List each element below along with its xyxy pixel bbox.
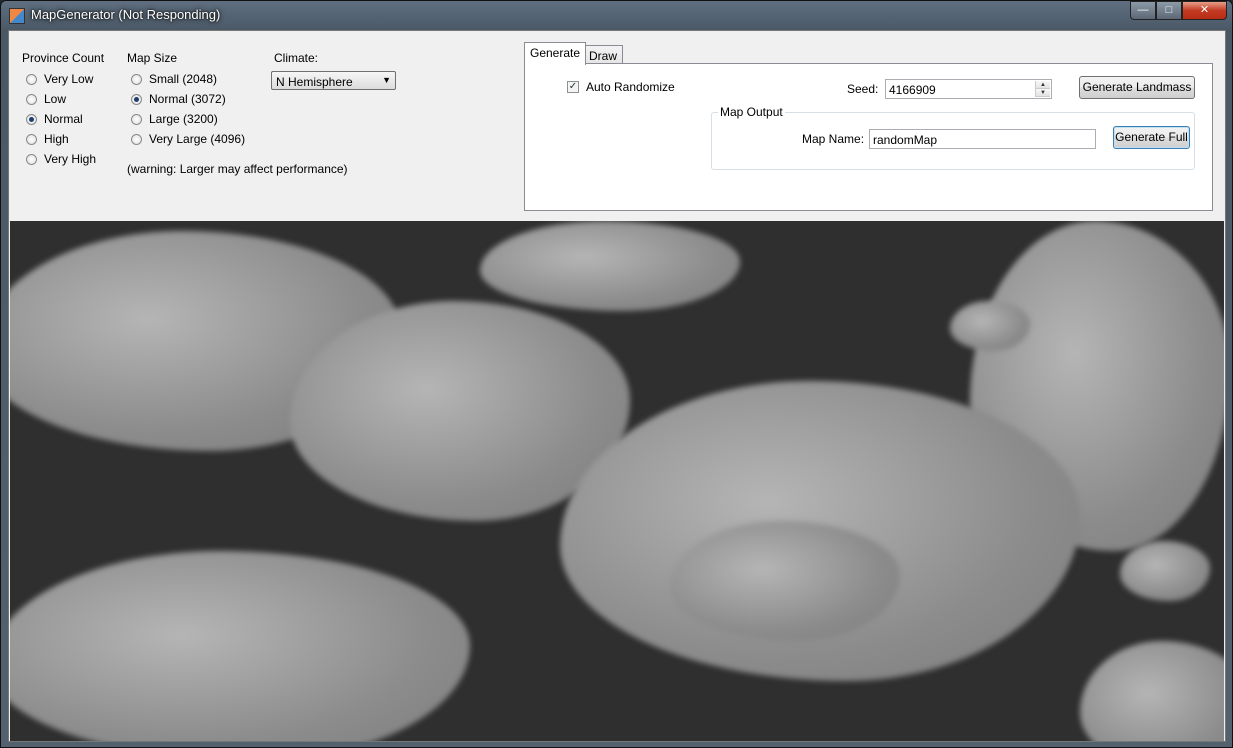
map-name-value: randomMap: [873, 133, 938, 147]
heightmap-preview: [10, 221, 1224, 741]
map-size-label: Map Size: [127, 51, 178, 65]
map-name-label: Map Name:: [802, 132, 865, 146]
map-size-warning: (warning: Larger may affect performance): [127, 162, 348, 176]
climate-dropdown[interactable]: N Hemisphere ▼: [271, 71, 396, 90]
radio-icon: [26, 153, 37, 165]
chevron-down-icon: ▼: [382, 75, 391, 85]
seed-label: Seed:: [847, 82, 879, 96]
terrain-landmass: [1080, 641, 1224, 741]
radio-icon: [26, 133, 37, 145]
terrain-landmass: [950, 301, 1030, 351]
radio-checked-icon: [131, 93, 142, 105]
radio-province-low[interactable]: Low: [26, 92, 66, 106]
map-output-group: Map Output Map Name: randomMap Generate …: [711, 105, 1195, 170]
radio-checked-icon: [26, 113, 37, 125]
radio-province-very-low[interactable]: Very Low: [26, 72, 93, 86]
radio-province-high[interactable]: High: [26, 132, 69, 146]
close-button[interactable]: ✕: [1182, 1, 1227, 20]
app-icon: [9, 8, 25, 24]
radio-size-small[interactable]: Small (2048): [131, 72, 217, 86]
maximize-button[interactable]: □: [1156, 1, 1182, 20]
checkmark-icon: ✓: [567, 81, 579, 93]
generate-full-button[interactable]: Generate Full: [1113, 126, 1190, 149]
province-count-label: Province Count: [22, 51, 105, 65]
generate-tab-panel: ✓ Auto Randomize Seed: 4166909 ▲ ▼ Gener…: [524, 63, 1213, 211]
radio-size-normal[interactable]: Normal (3072): [131, 92, 226, 106]
radio-icon: [131, 133, 142, 145]
spin-down-icon[interactable]: ▼: [1036, 89, 1050, 97]
generate-landmass-button[interactable]: Generate Landmass: [1079, 76, 1195, 99]
radio-icon: [26, 73, 37, 85]
terrain-landmass: [1120, 541, 1210, 601]
minimize-button[interactable]: —: [1130, 1, 1156, 20]
spin-up-icon[interactable]: ▲: [1036, 81, 1050, 89]
window-title: MapGenerator (Not Responding): [31, 7, 221, 22]
terrain-landmass: [480, 221, 740, 311]
map-output-label: Map Output: [718, 105, 785, 119]
radio-province-very-high[interactable]: Very High: [26, 152, 96, 166]
client-area: Province Count Very Low Low Normal High …: [8, 30, 1226, 742]
map-name-input[interactable]: randomMap: [869, 129, 1096, 149]
tab-generate[interactable]: Generate: [524, 42, 587, 65]
title-bar[interactable]: MapGenerator (Not Responding) — □ ✕: [1, 1, 1232, 29]
radio-size-large[interactable]: Large (3200): [131, 112, 218, 126]
seed-value: 4166909: [889, 83, 936, 97]
radio-icon: [131, 73, 142, 85]
radio-icon: [131, 113, 142, 125]
seed-spinner[interactable]: ▲ ▼: [1035, 81, 1050, 97]
auto-randomize-checkbox[interactable]: ✓ Auto Randomize: [567, 80, 675, 94]
radio-size-very-large[interactable]: Very Large (4096): [131, 132, 245, 146]
tab-draw[interactable]: Draw: [583, 45, 624, 65]
window-controls: — □ ✕: [1130, 1, 1227, 21]
terrain-landmass: [670, 521, 900, 641]
radio-icon: [26, 93, 37, 105]
seed-input[interactable]: 4166909 ▲ ▼: [885, 79, 1052, 99]
climate-label: Climate:: [274, 51, 319, 65]
terrain-landmass: [10, 551, 470, 741]
climate-value: N Hemisphere: [276, 75, 353, 89]
main-window: MapGenerator (Not Responding) — □ ✕ Prov…: [0, 0, 1233, 748]
radio-province-normal[interactable]: Normal: [26, 112, 83, 126]
